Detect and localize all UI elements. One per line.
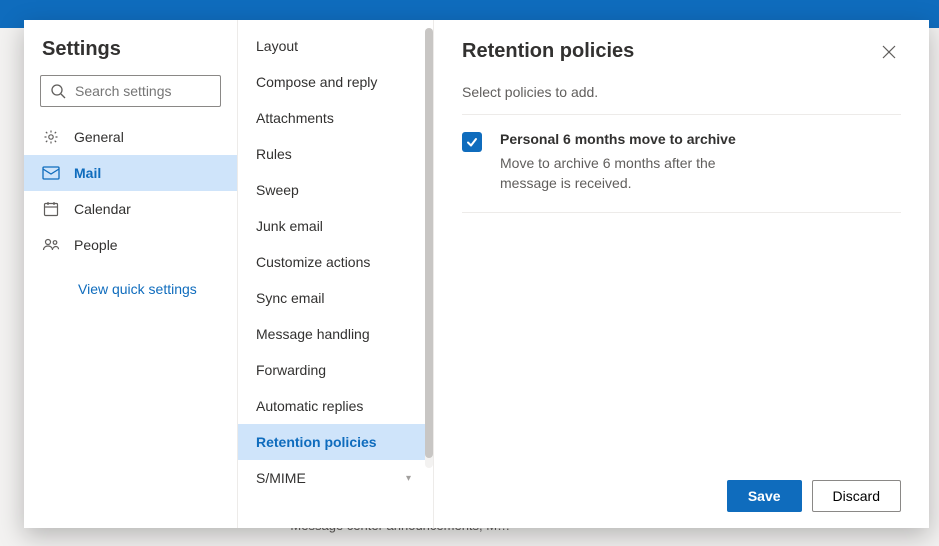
search-settings-box[interactable]: [40, 75, 221, 107]
chevron-down-icon: ▾: [406, 473, 411, 484]
sub-item-junk[interactable]: Junk email: [238, 208, 433, 244]
sub-item-compose[interactable]: Compose and reply: [238, 64, 433, 100]
sub-item-handling[interactable]: Message handling: [238, 316, 433, 352]
policy-checkbox[interactable]: [462, 132, 482, 152]
nav-item-mail[interactable]: Mail: [24, 155, 237, 191]
settings-title: Settings: [24, 38, 237, 75]
sub-item-sync[interactable]: Sync email: [238, 280, 433, 316]
dialog-footer: Save Discard: [462, 468, 901, 512]
sub-item-retention[interactable]: Retention policies: [238, 424, 433, 460]
people-icon: [42, 236, 60, 254]
policy-item: Personal 6 months move to archive Move t…: [462, 115, 901, 213]
sub-item-sweep[interactable]: Sweep: [238, 172, 433, 208]
policy-text: Personal 6 months move to archive Move t…: [500, 131, 760, 194]
detail-pane: Retention policies Select policies to ad…: [434, 20, 929, 528]
settings-dialog: Settings General: [24, 20, 929, 528]
policy-description: Move to archive 6 months after the messa…: [500, 153, 760, 194]
mail-icon: [42, 164, 60, 182]
settings-nav-pane: Settings General: [24, 20, 238, 528]
nav-label-people: People: [74, 237, 118, 253]
detail-subhead: Select policies to add.: [462, 64, 901, 115]
search-input[interactable]: [75, 83, 256, 99]
sub-item-autoreply[interactable]: Automatic replies: [238, 388, 433, 424]
nav-item-calendar[interactable]: Calendar: [24, 191, 237, 227]
nav-item-general[interactable]: General: [24, 119, 237, 155]
search-icon: [49, 82, 67, 100]
calendar-icon: [42, 200, 60, 218]
sub-item-layout[interactable]: Layout: [238, 28, 433, 64]
discard-button[interactable]: Discard: [812, 480, 901, 512]
policy-title: Personal 6 months move to archive: [500, 131, 760, 147]
scrollbar-thumb[interactable]: [425, 28, 433, 458]
nav-item-people[interactable]: People: [24, 227, 237, 263]
nav-label-general: General: [74, 129, 124, 145]
mail-settings-list: Layout Compose and reply Attachments Rul…: [238, 20, 434, 528]
sub-item-smime-label: S/MIME: [256, 470, 306, 486]
sub-item-rules[interactable]: Rules: [238, 136, 433, 172]
sub-item-attachments[interactable]: Attachments: [238, 100, 433, 136]
save-button[interactable]: Save: [727, 480, 802, 512]
sub-item-forwarding[interactable]: Forwarding: [238, 352, 433, 388]
sub-item-customize[interactable]: Customize actions: [238, 244, 433, 280]
view-quick-settings-link[interactable]: View quick settings: [24, 263, 237, 297]
gear-icon: [42, 128, 60, 146]
nav-label-mail: Mail: [74, 165, 101, 181]
nav-label-calendar: Calendar: [74, 201, 131, 217]
detail-title: Retention policies: [462, 40, 634, 63]
close-button[interactable]: [877, 40, 901, 64]
sub-item-smime[interactable]: S/MIME ▾: [238, 460, 433, 496]
